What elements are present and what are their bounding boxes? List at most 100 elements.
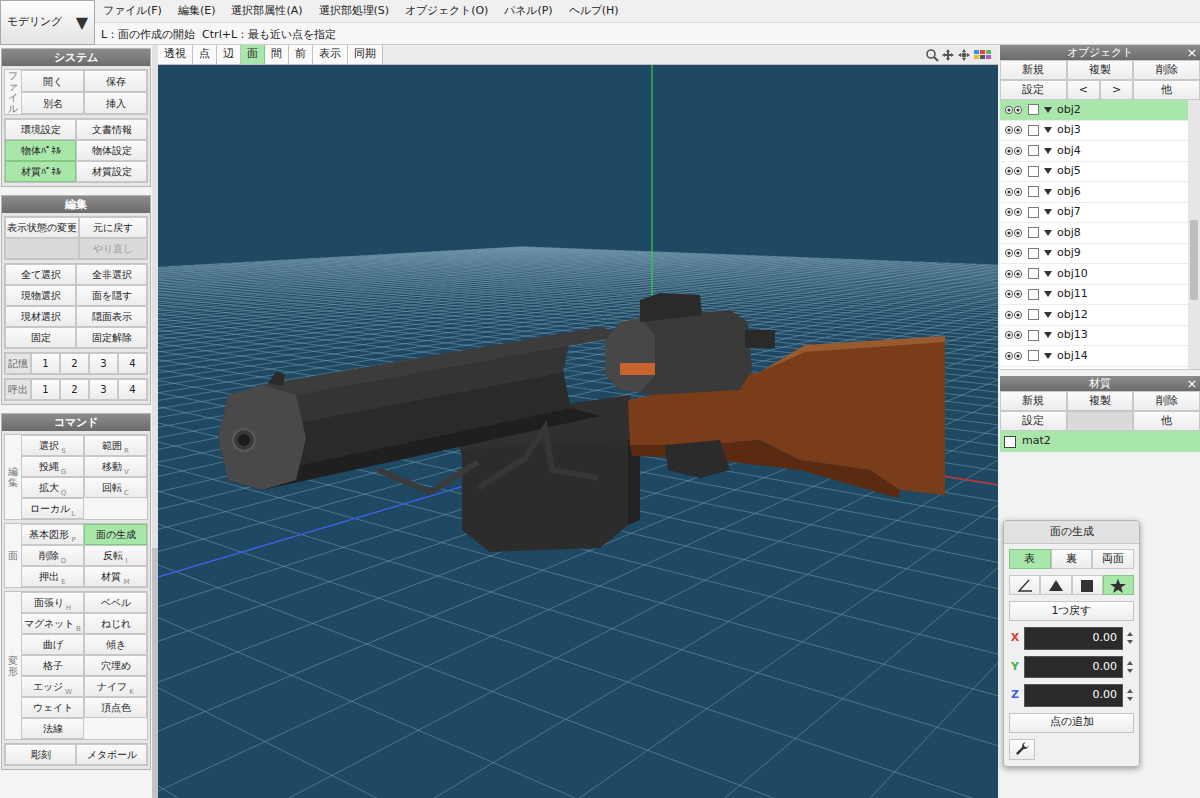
tool-button[interactable]: 回転C [84, 477, 147, 498]
tool-button[interactable]: 投縄G [21, 456, 84, 477]
tool-button[interactable]: 隠面表示 [76, 306, 147, 327]
lock-checkbox[interactable] [1028, 289, 1039, 300]
view-mode-button[interactable]: 前 [289, 45, 313, 64]
tool-button[interactable]: 別名 [21, 92, 84, 114]
spinner-icon[interactable] [1126, 688, 1134, 702]
lock-checkbox[interactable] [1028, 207, 1039, 218]
tool-button[interactable]: 新規 [1000, 391, 1067, 411]
side-tab[interactable]: 両面 [1092, 549, 1134, 569]
tool-button[interactable]: 彫刻 [5, 744, 76, 765]
lock-checkbox[interactable] [1028, 330, 1039, 341]
view-mode-button[interactable]: 面 [241, 45, 265, 64]
side-tab[interactable]: 表 [1009, 549, 1051, 569]
side-tab[interactable]: 裏 [1051, 549, 1093, 569]
tool-button[interactable]: 文書情報 [76, 119, 147, 140]
3d-scene[interactable] [158, 65, 998, 798]
tool-button[interactable]: 材質M [84, 566, 147, 587]
visibility-eye-icon[interactable] [1004, 207, 1023, 217]
tool-button[interactable]: 材質ﾊﾟﾈﾙ [5, 161, 76, 182]
tool-button[interactable]: 設定 [1000, 411, 1067, 431]
tool-button[interactable]: 1 [31, 379, 60, 400]
visibility-eye-icon[interactable] [1004, 351, 1023, 361]
expand-arrow-icon[interactable] [1044, 312, 1052, 318]
tool-button[interactable]: 複製 [1067, 60, 1134, 80]
tool-button[interactable]: 傾き [84, 634, 147, 655]
tool-button[interactable]: 削除 [1133, 60, 1200, 80]
tool-button[interactable]: < [1067, 80, 1100, 100]
object-row[interactable]: obj9 [1000, 244, 1188, 265]
expand-arrow-icon[interactable] [1044, 332, 1052, 338]
tool-button[interactable]: 開く [21, 70, 84, 92]
tool-button[interactable]: 基本図形P [21, 524, 84, 545]
lock-checkbox[interactable] [1028, 104, 1039, 115]
menu-item[interactable]: パネル(P) [496, 0, 560, 22]
object-row[interactable]: obj13 [1000, 326, 1188, 347]
view-mode-button[interactable]: 点 [193, 45, 217, 64]
shape-mode-button[interactable] [1103, 575, 1134, 595]
tool-button[interactable]: 2 [60, 379, 89, 400]
expand-arrow-icon[interactable] [1044, 168, 1052, 174]
mode-dropdown[interactable]: モデリング▼ [0, 0, 95, 45]
menu-item[interactable]: 選択部処理(S) [311, 0, 398, 22]
move-view-icon[interactable] [941, 48, 955, 62]
tool-button[interactable]: 範囲R [84, 435, 147, 456]
tool-button[interactable]: 3 [89, 353, 118, 374]
tool-button[interactable]: 格子 [21, 655, 84, 676]
tool-button[interactable]: 現材選択 [5, 306, 76, 327]
view-mode-button[interactable]: 透視 [158, 45, 193, 64]
visibility-eye-icon[interactable] [1004, 125, 1023, 135]
shape-mode-button[interactable] [1040, 575, 1071, 595]
object-row[interactable]: obj7 [1000, 203, 1188, 224]
expand-arrow-icon[interactable] [1044, 148, 1052, 154]
view-mode-button[interactable]: 表示 [313, 45, 348, 64]
color-layout-icon[interactable] [973, 48, 992, 61]
tool-button[interactable]: 拡大Q [21, 477, 84, 498]
object-row[interactable]: obj10 [1000, 264, 1188, 285]
tool-button[interactable]: メタボール [76, 744, 147, 765]
tool-button[interactable]: 全て選択 [5, 264, 76, 285]
menu-item[interactable]: オブジェクト(O) [397, 0, 496, 22]
expand-arrow-icon[interactable] [1044, 107, 1052, 113]
lock-checkbox[interactable] [1028, 248, 1039, 259]
visibility-eye-icon[interactable] [1004, 105, 1023, 115]
object-scrollbar[interactable] [1188, 100, 1200, 369]
tool-button[interactable]: 保存 [84, 70, 147, 92]
tool-button[interactable]: エッジW [21, 676, 84, 697]
lock-checkbox[interactable] [1028, 309, 1039, 320]
visibility-eye-icon[interactable] [1004, 166, 1023, 176]
tool-button[interactable]: 押出E [21, 566, 84, 587]
tool-button[interactable]: 物体ﾊﾟﾈﾙ [5, 140, 76, 161]
expand-arrow-icon[interactable] [1044, 250, 1052, 256]
coordinate-field[interactable]: 0.00 [1024, 656, 1123, 679]
tool-button[interactable]: 固定 [5, 327, 76, 348]
expand-arrow-icon[interactable] [1044, 189, 1052, 195]
tool-button[interactable]: 選択S [21, 435, 84, 456]
tool-button[interactable]: 曲げ [21, 634, 84, 655]
tool-button[interactable]: 複製 [1067, 391, 1134, 411]
menu-item[interactable]: ヘルプ(H) [561, 0, 627, 22]
scroll-thumb[interactable] [1190, 220, 1198, 300]
scene-canvas[interactable] [158, 65, 998, 798]
spinner-icon[interactable] [1126, 631, 1134, 645]
expand-arrow-icon[interactable] [1044, 353, 1052, 359]
menu-item[interactable]: 選択部属性(A) [223, 0, 310, 22]
visibility-eye-icon[interactable] [1004, 228, 1023, 238]
expand-arrow-icon[interactable] [1044, 209, 1052, 215]
close-icon[interactable]: × [1184, 376, 1200, 391]
lock-checkbox[interactable] [1028, 186, 1039, 197]
visibility-eye-icon[interactable] [1004, 248, 1023, 258]
rotate-view-icon[interactable] [957, 48, 971, 62]
gun-model[interactable] [218, 293, 945, 552]
object-row[interactable]: obj5 [1000, 162, 1188, 183]
tool-button[interactable]: 3 [89, 379, 118, 400]
tool-button[interactable]: 現物選択 [5, 285, 76, 306]
visibility-eye-icon[interactable] [1004, 310, 1023, 320]
visibility-eye-icon[interactable] [1004, 289, 1023, 299]
tool-button[interactable]: マグネットB [21, 613, 84, 634]
visibility-eye-icon[interactable] [1004, 330, 1023, 340]
tool-button[interactable]: ベベル [84, 592, 147, 613]
tool-button[interactable]: 面張りH [21, 592, 84, 613]
tool-button[interactable]: 他 [1133, 411, 1200, 431]
object-row[interactable]: obj11 [1000, 285, 1188, 306]
tool-button[interactable]: 全非選択 [76, 264, 147, 285]
